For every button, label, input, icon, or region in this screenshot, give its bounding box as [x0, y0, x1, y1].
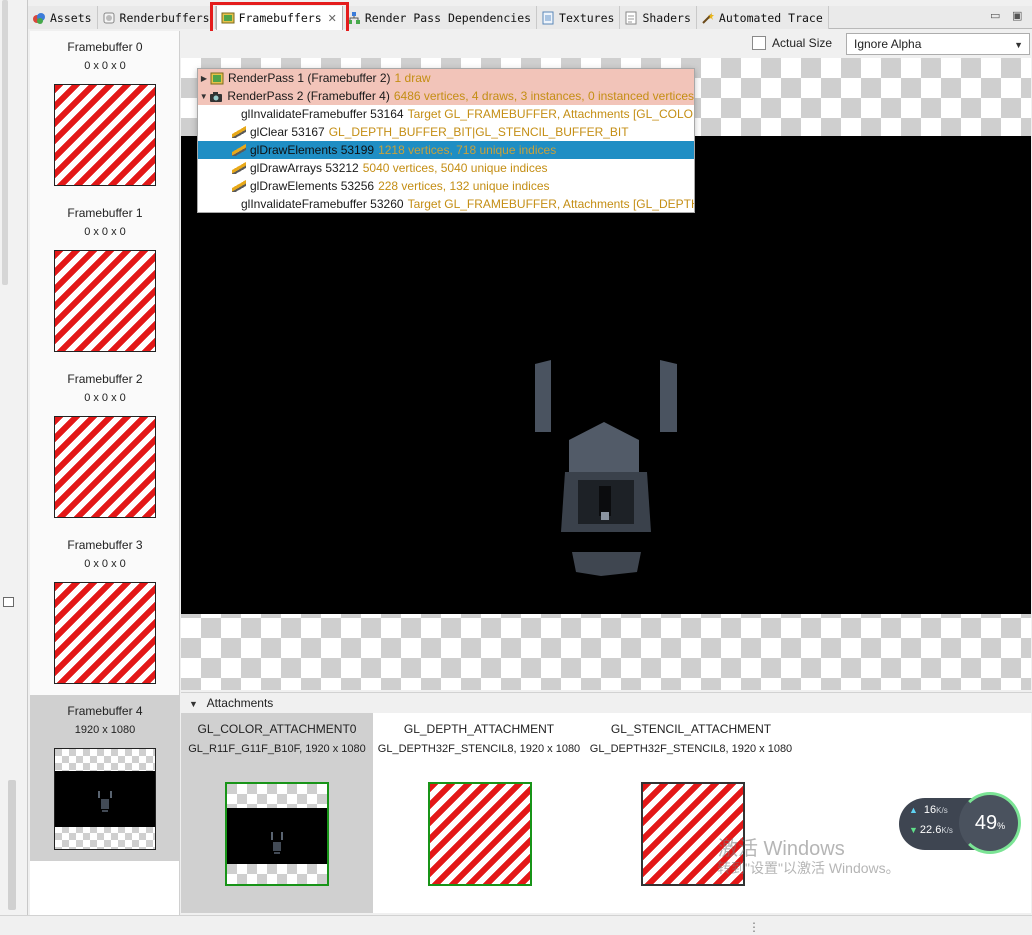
maximize-icon[interactable]: ▣ [1012, 9, 1022, 22]
framebuffer-name: Framebuffer 1 [67, 206, 143, 220]
tree-row-invalidate-53164[interactable]: glInvalidateFramebuffer 53164 Target GL_… [198, 105, 694, 123]
framebuffer-dims: 0 x 0 x 0 [84, 558, 126, 570]
framebuffer-thumbnail [54, 84, 156, 186]
framebuffer-name: Framebuffer 3 [67, 538, 143, 552]
actual-size-label: Actual Size [772, 36, 833, 50]
tree-row-drawelements-53256[interactable]: glDrawElements 53256 228 vertices, 132 u… [198, 177, 694, 195]
draw-brush-icon [232, 126, 246, 138]
framebuffer-name: Framebuffer 2 [67, 372, 143, 386]
framebuffer-thumbnail [54, 582, 156, 684]
shaders-icon [624, 11, 638, 25]
framebuffer-dims: 0 x 0 x 0 [84, 60, 126, 72]
network-monitor-widget[interactable]: ▲ 16K/s ▼ 22.6K/s 49% [899, 792, 1021, 854]
restore-view-icon[interactable] [3, 597, 14, 607]
minimize-icon[interactable]: ▭ [990, 9, 1000, 22]
attachment-title: GL_DEPTH_ATTACHMENT [403, 722, 555, 736]
tab-render-pass-dependencies[interactable]: Render Pass Dependencies [342, 6, 538, 29]
draw-brush-icon [232, 144, 246, 156]
attachment-format: GL_DEPTH32F_STENCIL8, 1920 x 1080 [589, 743, 793, 755]
attachment-title: GL_STENCIL_ATTACHMENT [610, 722, 772, 736]
draw-brush-icon [232, 180, 246, 192]
framebuffer-dims: 0 x 0 x 0 [84, 392, 126, 404]
framebuffer-thumbnail [54, 250, 156, 352]
framebuffer-item-2[interactable]: Framebuffer 2 0 x 0 x 0 [30, 363, 179, 529]
framebuffer-item-3[interactable]: Framebuffer 3 0 x 0 x 0 [30, 529, 179, 695]
tab-framebuffers[interactable]: Framebuffers ✕ [215, 6, 343, 30]
chevron-down-icon: ▼ [1014, 40, 1023, 50]
draw-brush-icon [232, 162, 246, 174]
tree-row-drawelements-53199[interactable]: glDrawElements 53199 1218 vertices, 718 … [198, 141, 694, 159]
framebuffer-dims: 0 x 0 x 0 [84, 226, 126, 238]
attachment-title: GL_COLOR_ATTACHMENT0 [197, 722, 357, 736]
framebuffer-list: Framebuffer 0 0 x 0 x 0 Framebuffer 1 0 … [30, 31, 180, 915]
activation-watermark-title: 激活 Windows [718, 838, 845, 860]
renderbuffers-icon [102, 11, 116, 25]
attachment-stencil[interactable]: GL_STENCIL_ATTACHMENT GL_DEPTH32F_STENCI… [585, 713, 797, 913]
alpha-mode-select[interactable]: Ignore Alpha ▼ [846, 33, 1030, 55]
tree-row-renderpass-2[interactable]: ▼ RenderPass 2 (Framebuffer 4) 6486 vert… [198, 87, 694, 105]
upload-speed: ▲ 16K/s [909, 804, 948, 816]
framebuffer-pass-icon [210, 72, 224, 85]
tab-shaders[interactable]: Shaders [620, 6, 697, 29]
framebuffer-item-4[interactable]: Framebuffer 4 1920 x 1080 [30, 695, 179, 861]
download-arrow-icon: ▼ [909, 825, 918, 835]
tab-automated-trace[interactable]: Automated Trace [696, 6, 829, 29]
framebuffer-thumbnail [54, 748, 156, 850]
automated-trace-icon [701, 11, 715, 25]
framebuffer-name: Framebuffer 4 [67, 704, 143, 718]
assets-icon [32, 11, 46, 25]
actual-size-checkbox[interactable] [752, 36, 766, 50]
framebuffer-name: Framebuffer 0 [67, 40, 143, 54]
close-tab-icon[interactable]: ✕ [328, 12, 337, 25]
attachment-color0[interactable]: GL_COLOR_ATTACHMENT0 GL_R11F_G11F_B10F, … [181, 713, 373, 913]
call-tree-popup: ▶ RenderPass 1 (Framebuffer 2) 1 draw ▼ … [197, 68, 695, 213]
attachments-header[interactable]: ▼ Attachments [181, 692, 1032, 713]
actual-size-toggle[interactable]: Actual Size [752, 36, 832, 50]
alpha-mode-value: Ignore Alpha [854, 37, 922, 51]
tree-row-renderpass-1[interactable]: ▶ RenderPass 1 (Framebuffer 2) 1 draw [198, 69, 694, 87]
framebuffer-thumbnail [54, 416, 156, 518]
download-speed: ▼ 22.6K/s [909, 824, 953, 836]
upload-arrow-icon: ▲ [909, 805, 918, 815]
usage-ring: 49% [959, 792, 1021, 854]
attachments-header-label: Attachments [206, 696, 274, 710]
attachment-thumbnail [428, 782, 532, 886]
tab-assets[interactable]: Assets [28, 6, 98, 29]
tab-textures[interactable]: Textures [537, 6, 621, 29]
camera-icon [209, 90, 223, 103]
collapse-triangle-icon[interactable]: ▼ [189, 699, 198, 709]
framebuffer-dims: 1920 x 1080 [74, 724, 136, 736]
left-scrollbar[interactable] [2, 0, 8, 285]
framebuffers-icon [221, 11, 235, 25]
attachment-format: GL_DEPTH32F_STENCIL8, 1920 x 1080 [377, 743, 581, 755]
tab-renderbuffers[interactable]: Renderbuffers [97, 6, 216, 29]
left-scrollbar-lower[interactable] [8, 780, 16, 910]
activation-watermark-text: 转到"设置"以激活 Windows。 [717, 860, 900, 876]
framebuffer-item-0[interactable]: Framebuffer 0 0 x 0 x 0 [30, 31, 179, 197]
tree-row-invalidate-53260[interactable]: glInvalidateFramebuffer 53260 Target GL_… [198, 195, 694, 212]
left-panel-strip [0, 0, 28, 935]
expand-arrow-icon[interactable]: ▶ [198, 74, 210, 83]
textures-icon [541, 11, 555, 25]
resize-grip-icon[interactable]: ⋮ [748, 920, 760, 934]
status-bar: ⋮ [0, 915, 1032, 935]
collapse-arrow-icon[interactable]: ▼ [198, 92, 209, 101]
render-pass-dependencies-icon [347, 11, 361, 25]
tab-bar: Assets Renderbuffers Framebuffers ✕ Rend… [28, 6, 1032, 30]
attachment-depth[interactable]: GL_DEPTH_ATTACHMENT GL_DEPTH32F_STENCIL8… [373, 713, 585, 913]
framebuffer-item-1[interactable]: Framebuffer 1 0 x 0 x 0 [30, 197, 179, 363]
attachment-thumbnail [225, 782, 329, 886]
attachment-format: GL_R11F_G11F_B10F, 1920 x 1080 [188, 743, 366, 755]
tree-row-drawarrays-53212[interactable]: glDrawArrays 53212 5040 vertices, 5040 u… [198, 159, 694, 177]
tree-row-clear-53167[interactable]: glClear 53167 GL_DEPTH_BUFFER_BIT|GL_STE… [198, 123, 694, 141]
